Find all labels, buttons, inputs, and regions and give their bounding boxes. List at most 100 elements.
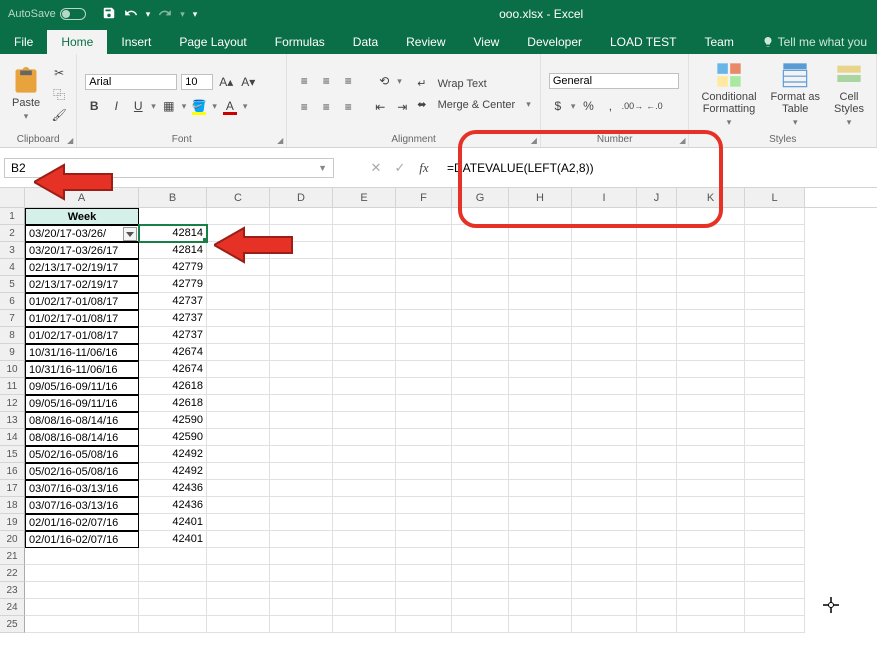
bold-button[interactable]: B bbox=[85, 97, 103, 115]
cell[interactable] bbox=[745, 480, 805, 497]
cell[interactable] bbox=[333, 259, 396, 276]
cell[interactable] bbox=[396, 378, 452, 395]
cell[interactable] bbox=[745, 310, 805, 327]
cell[interactable] bbox=[333, 293, 396, 310]
cell[interactable] bbox=[572, 208, 637, 225]
cell[interactable] bbox=[207, 310, 270, 327]
autosave-toggle[interactable]: AutoSave bbox=[0, 8, 94, 20]
cut-icon[interactable]: ✂ bbox=[50, 64, 68, 82]
cell[interactable] bbox=[396, 293, 452, 310]
cell[interactable] bbox=[396, 242, 452, 259]
cell[interactable] bbox=[270, 327, 333, 344]
row-header[interactable]: 12 bbox=[0, 395, 25, 412]
align-right-icon[interactable]: ≡ bbox=[339, 98, 357, 116]
cell[interactable] bbox=[270, 242, 333, 259]
cell[interactable] bbox=[396, 565, 452, 582]
row-header[interactable]: 23 bbox=[0, 582, 25, 599]
row-header[interactable]: 10 bbox=[0, 361, 25, 378]
cell[interactable] bbox=[677, 310, 745, 327]
font-size-combo[interactable] bbox=[181, 74, 213, 90]
cell[interactable] bbox=[270, 208, 333, 225]
cell[interactable] bbox=[333, 616, 396, 633]
cell[interactable] bbox=[396, 463, 452, 480]
cell[interactable] bbox=[25, 616, 139, 633]
tab-team[interactable]: Team bbox=[690, 30, 747, 54]
increase-font-icon[interactable]: A▴ bbox=[217, 73, 235, 91]
cell[interactable] bbox=[509, 497, 572, 514]
fx-icon[interactable]: fx bbox=[413, 157, 435, 179]
cell[interactable] bbox=[677, 412, 745, 429]
cell[interactable] bbox=[637, 599, 677, 616]
cell[interactable] bbox=[396, 395, 452, 412]
cell[interactable] bbox=[572, 548, 637, 565]
cell[interactable] bbox=[452, 293, 509, 310]
name-box[interactable]: B2 ▼ bbox=[4, 158, 334, 178]
cell[interactable] bbox=[572, 429, 637, 446]
select-all-corner[interactable] bbox=[0, 188, 25, 207]
cell[interactable] bbox=[139, 616, 207, 633]
paste-button[interactable]: Paste ▾ bbox=[8, 65, 44, 124]
tab-file[interactable]: File bbox=[0, 30, 47, 54]
cell[interactable] bbox=[270, 344, 333, 361]
cell[interactable] bbox=[207, 361, 270, 378]
font-color-dropdown-icon[interactable]: ▾ bbox=[243, 101, 248, 112]
fill-color-button[interactable]: 🪣 bbox=[190, 97, 208, 115]
cell[interactable]: 42436 bbox=[139, 480, 207, 497]
tell-me-search[interactable]: Tell me what you bbox=[752, 30, 877, 54]
cell[interactable] bbox=[637, 514, 677, 531]
row-header[interactable]: 2 bbox=[0, 225, 25, 242]
underline-dropdown-icon[interactable]: ▾ bbox=[151, 101, 156, 112]
cell[interactable]: 03/20/17-03/26/17 bbox=[25, 242, 139, 259]
orientation-dropdown-icon[interactable]: ▾ bbox=[397, 76, 402, 87]
cell[interactable] bbox=[745, 463, 805, 480]
cell[interactable] bbox=[637, 310, 677, 327]
cell[interactable] bbox=[139, 565, 207, 582]
cell[interactable] bbox=[270, 480, 333, 497]
cell[interactable] bbox=[396, 616, 452, 633]
tab-load-test[interactable]: LOAD TEST bbox=[596, 30, 690, 54]
cell[interactable]: 42618 bbox=[139, 378, 207, 395]
decrease-decimal-icon[interactable]: ←.0 bbox=[645, 97, 663, 115]
row-header[interactable]: 24 bbox=[0, 599, 25, 616]
cell[interactable] bbox=[333, 310, 396, 327]
cell[interactable] bbox=[139, 548, 207, 565]
cell[interactable] bbox=[572, 480, 637, 497]
cell[interactable] bbox=[270, 412, 333, 429]
cell[interactable] bbox=[509, 293, 572, 310]
cell[interactable] bbox=[207, 514, 270, 531]
cell[interactable] bbox=[572, 276, 637, 293]
cell[interactable] bbox=[333, 412, 396, 429]
cell[interactable] bbox=[745, 395, 805, 412]
cell[interactable] bbox=[396, 548, 452, 565]
cell[interactable] bbox=[637, 259, 677, 276]
cell[interactable] bbox=[572, 344, 637, 361]
cell[interactable] bbox=[509, 361, 572, 378]
tab-formulas[interactable]: Formulas bbox=[261, 30, 339, 54]
cell[interactable] bbox=[333, 378, 396, 395]
cell[interactable] bbox=[270, 429, 333, 446]
cell[interactable]: 42737 bbox=[139, 293, 207, 310]
cell[interactable] bbox=[333, 344, 396, 361]
cell[interactable] bbox=[509, 344, 572, 361]
cell[interactable]: 42674 bbox=[139, 344, 207, 361]
cell[interactable]: 42590 bbox=[139, 429, 207, 446]
cell[interactable] bbox=[572, 412, 637, 429]
decrease-font-icon[interactable]: A▾ bbox=[239, 73, 257, 91]
cell[interactable]: 05/02/16-05/08/16 bbox=[25, 463, 139, 480]
cell[interactable]: 09/05/16-09/11/16 bbox=[25, 395, 139, 412]
cell[interactable] bbox=[333, 463, 396, 480]
cell[interactable] bbox=[677, 293, 745, 310]
cell[interactable] bbox=[452, 395, 509, 412]
cell[interactable] bbox=[745, 412, 805, 429]
tab-data[interactable]: Data bbox=[339, 30, 392, 54]
cell[interactable] bbox=[677, 514, 745, 531]
cell[interactable] bbox=[452, 599, 509, 616]
cell[interactable] bbox=[572, 378, 637, 395]
cell[interactable] bbox=[509, 378, 572, 395]
row-header[interactable]: 11 bbox=[0, 378, 25, 395]
cell[interactable] bbox=[207, 327, 270, 344]
cell[interactable] bbox=[637, 412, 677, 429]
cell[interactable] bbox=[396, 531, 452, 548]
cell[interactable] bbox=[637, 531, 677, 548]
cell[interactable] bbox=[677, 599, 745, 616]
